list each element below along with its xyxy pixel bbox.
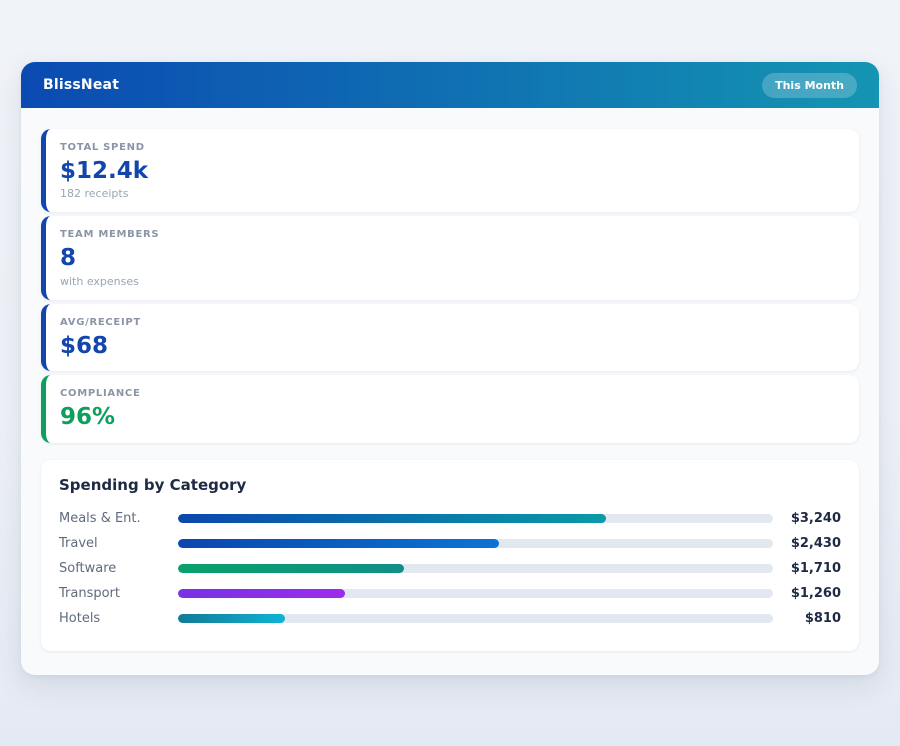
category-value: $1,260 [773,586,841,601]
category-value: $2,430 [773,536,841,551]
app-title: BlissNeat [43,77,119,93]
stat-card-list: TOTAL SPEND $12.4k 182 receipts TEAM MEM… [41,129,859,443]
chart-title: Spending by Category [59,476,841,494]
dashboard-card: BlissNeat This Month TOTAL SPEND $12.4k … [21,62,879,675]
stat-subtitle: 182 receipts [60,187,841,200]
stat-value: $68 [60,333,841,359]
stat-value: 8 [60,245,841,271]
bar-track [178,589,773,598]
category-row: Transport $1,260 [59,581,841,606]
bar-fill [178,589,345,598]
dashboard-content: TOTAL SPEND $12.4k 182 receipts TEAM MEM… [21,108,879,675]
bar-fill [178,514,606,523]
stat-value: $12.4k [60,158,841,184]
bar-track [178,539,773,548]
app-header: BlissNeat This Month [21,62,879,108]
stat-label: COMPLIANCE [60,388,841,399]
category-value: $3,240 [773,511,841,526]
stat-card: TOTAL SPEND $12.4k 182 receipts [41,129,859,212]
bar-fill [178,539,499,548]
bar-track [178,614,773,623]
category-label: Travel [59,536,178,551]
bar-fill [178,564,404,573]
category-row: Software $1,710 [59,556,841,581]
stat-value: 96% [60,404,841,430]
stat-label: TEAM MEMBERS [60,229,841,240]
stat-label: TOTAL SPEND [60,142,841,153]
spending-chart-card: Spending by Category Meals & Ent. $3,240… [41,460,859,651]
stat-subtitle: with expenses [60,275,841,288]
stat-card: AVG/RECEIPT $68 [41,304,859,371]
category-row: Travel $2,430 [59,531,841,556]
period-selector-badge[interactable]: This Month [762,73,857,98]
category-row: Hotels $810 [59,606,841,631]
category-label: Hotels [59,611,178,626]
stat-card: COMPLIANCE 96% [41,375,859,442]
category-value: $1,710 [773,561,841,576]
category-label: Software [59,561,178,576]
category-row: Meals & Ent. $3,240 [59,506,841,531]
bar-fill [178,614,285,623]
stat-card: TEAM MEMBERS 8 with expenses [41,216,859,299]
category-label: Transport [59,586,178,601]
category-bar-list: Meals & Ent. $3,240 Travel $2,430 Softwa… [59,506,841,631]
category-label: Meals & Ent. [59,511,178,526]
bar-track [178,564,773,573]
stat-label: AVG/RECEIPT [60,317,841,328]
category-value: $810 [773,611,841,626]
bar-track [178,514,773,523]
